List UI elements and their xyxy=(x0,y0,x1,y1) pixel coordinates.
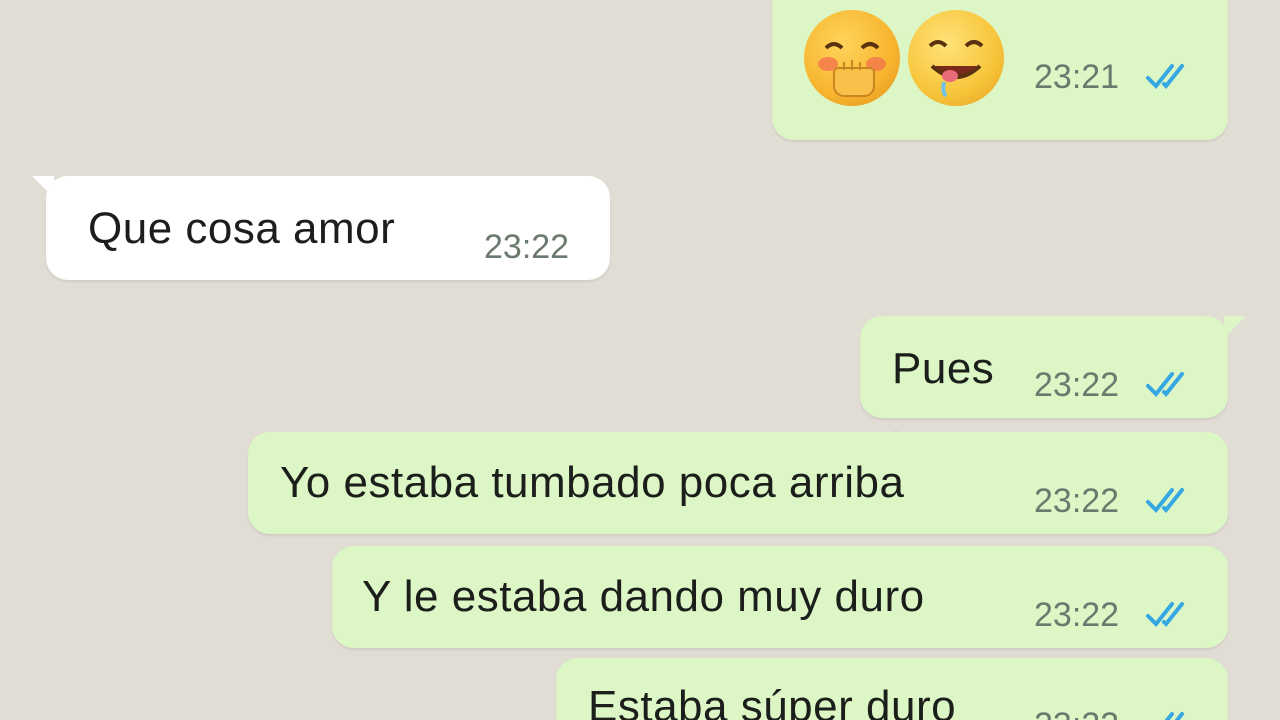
message-text: Yo estaba tumbado poca arriba xyxy=(280,458,905,507)
double-check-read-icon xyxy=(1146,602,1184,627)
message-bubble-outgoing[interactable]: Pues 23:22 xyxy=(860,316,1228,418)
double-check-read-icon xyxy=(1146,372,1184,397)
message-bubble-incoming[interactable]: Que cosa amor 23:22 xyxy=(46,176,610,280)
message-bubble-outgoing[interactable]: 23:21 xyxy=(772,0,1228,140)
message-bubble-outgoing[interactable]: Yo estaba tumbado poca arriba 23:22 xyxy=(248,432,1228,534)
message-text: Estaba súper duro xyxy=(588,682,957,720)
message-text: Y le estaba dando muy duro xyxy=(362,572,925,621)
message-timestamp: 23:22 xyxy=(1034,706,1119,720)
double-check-read-icon xyxy=(1164,712,1184,720)
double-check-read-icon xyxy=(1146,488,1184,513)
message-bubble-outgoing[interactable]: Estaba súper duro 23:22 xyxy=(556,658,1228,720)
message-timestamp: 23:21 xyxy=(1034,58,1120,96)
message-text: Pues xyxy=(892,344,995,393)
message-timestamp: 23:22 xyxy=(1034,596,1120,634)
message-timestamp: 23:22 xyxy=(1034,366,1120,404)
message-bubble-outgoing[interactable]: Y le estaba dando muy duro 23:22 xyxy=(332,546,1228,648)
drooling-face-emoji xyxy=(908,10,1004,106)
chat-area: 23:21 Que cosa amor 23:22 Pues 23:22 Yo … xyxy=(0,0,1280,720)
face-with-hand-over-mouth-emoji xyxy=(804,10,900,106)
message-text: Que cosa amor xyxy=(88,204,396,253)
double-check-read-icon xyxy=(1146,64,1184,89)
message-timestamp: 23:22 xyxy=(1034,482,1120,520)
message-timestamp: 23:22 xyxy=(484,228,570,266)
